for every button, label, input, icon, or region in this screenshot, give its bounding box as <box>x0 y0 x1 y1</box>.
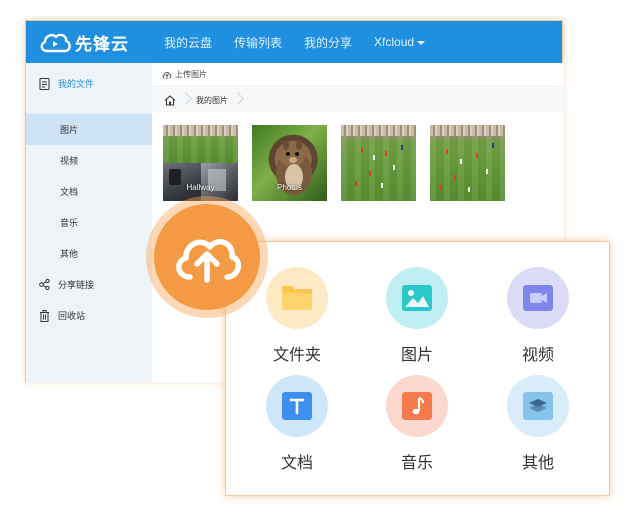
image-icon <box>402 285 432 311</box>
sidebar: 我的文件 图片 视频 文档 音乐 其他 分享链接 回收站 <box>26 63 152 383</box>
upload-document-option[interactable]: 文档 <box>252 375 342 475</box>
upload-category-panel: 文件夹 图片 视频 文档 音乐 其他 <box>225 241 610 496</box>
sidebar-item-label: 分享链接 <box>58 280 95 290</box>
app-logo-text: 先锋云 <box>75 34 129 54</box>
breadcrumb-current[interactable]: 我的图片 <box>196 95 228 106</box>
video-icon <box>523 285 553 311</box>
image-thumbnail-hallway[interactable]: Hallway <box>163 125 238 201</box>
upload-fab-inner <box>154 204 260 310</box>
sidebar-item-music[interactable]: 音乐 <box>26 207 152 238</box>
stadium-crowd <box>341 125 416 136</box>
sidebar-item-share-links[interactable]: 分享链接 <box>26 269 152 300</box>
folder-icon-badge <box>266 267 328 329</box>
cloud-upload-icon <box>176 239 241 283</box>
upload-music-option[interactable]: 音乐 <box>372 375 462 475</box>
nav-my-cloud-drive[interactable]: 我的云盘 <box>164 34 212 51</box>
video-icon-badge <box>507 267 569 329</box>
sidebar-item-images[interactable]: 图片 <box>26 114 152 145</box>
chevron-down-icon <box>417 40 426 45</box>
upload-fab-button[interactable] <box>146 196 268 318</box>
sidebar-item-label: 我的文件 <box>58 79 95 89</box>
category-label: 图片 <box>400 347 433 364</box>
layers-icon <box>523 392 553 420</box>
breadcrumb-separator-icon <box>233 88 243 112</box>
upload-other-option[interactable]: 其他 <box>493 375 583 475</box>
nav-my-shares[interactable]: 我的分享 <box>304 34 352 51</box>
music-icon <box>402 392 432 420</box>
sidebar-item-label: 图片 <box>60 125 79 135</box>
sidebar-item-label: 视频 <box>60 156 79 166</box>
thumbnail-label: Hallway <box>186 183 215 192</box>
upload-video-option[interactable]: 视频 <box>493 267 583 367</box>
sidebar-item-label: 文档 <box>60 187 79 197</box>
breadcrumb: 我的图片 <box>152 88 564 112</box>
stadium-crowd <box>430 125 505 136</box>
image-thumbnail-soccer-1[interactable] <box>341 125 416 201</box>
home-icon[interactable] <box>164 94 176 106</box>
upload-button-label: 上传图片 <box>175 70 207 79</box>
user-name: Xfcloud <box>374 35 415 49</box>
upload-images-button[interactable]: 上传图片 <box>162 69 207 80</box>
layers-icon-badge <box>507 375 569 437</box>
image-thumbnail-photos[interactable]: Photos <box>252 125 327 201</box>
category-label: 视频 <box>521 347 554 364</box>
top-nav-bar: 先锋云 我的云盘 传输列表 我的分享 Xfcloud <box>26 21 562 63</box>
sidebar-item-documents[interactable]: 文档 <box>26 176 152 207</box>
main-nav: 我的云盘 传输列表 我的分享 Xfcloud <box>164 21 447 63</box>
image-icon-badge <box>386 267 448 329</box>
upload-folder-option[interactable]: 文件夹 <box>252 267 342 367</box>
sidebar-item-label: 其他 <box>60 249 79 259</box>
breadcrumb-separator-icon <box>181 88 191 112</box>
category-label: 其他 <box>521 455 554 472</box>
category-label: 文档 <box>280 455 313 472</box>
category-label: 音乐 <box>400 455 433 472</box>
nav-transfer-list[interactable]: 传输列表 <box>234 34 282 51</box>
sidebar-item-label: 回收站 <box>58 311 86 321</box>
app-logo[interactable]: 先锋云 <box>38 28 133 56</box>
trash-icon <box>38 309 50 322</box>
category-label: 文件夹 <box>272 347 321 364</box>
folder-icon <box>282 286 312 310</box>
sidebar-item-recycle-bin[interactable]: 回收站 <box>26 300 152 331</box>
upload-image-option[interactable]: 图片 <box>372 267 462 367</box>
thumbnail-label: Photos <box>277 183 302 192</box>
file-list-icon <box>38 77 50 90</box>
text-doc-icon-badge <box>266 375 328 437</box>
sidebar-item-label: 音乐 <box>60 218 79 228</box>
toolbar: 上传图片 <box>152 63 564 87</box>
music-icon-badge <box>386 375 448 437</box>
sidebar-item-videos[interactable]: 视频 <box>26 145 152 176</box>
sidebar-item-my-files[interactable]: 我的文件 <box>26 68 152 99</box>
share-icon <box>38 279 50 291</box>
upload-cloud-icon <box>162 70 172 80</box>
nav-user-menu[interactable]: Xfcloud <box>374 35 426 49</box>
image-thumbnail-soccer-2[interactable] <box>430 125 505 201</box>
sidebar-item-other[interactable]: 其他 <box>26 238 152 269</box>
text-doc-icon <box>282 392 312 420</box>
cloud-logo-icon <box>40 33 71 53</box>
